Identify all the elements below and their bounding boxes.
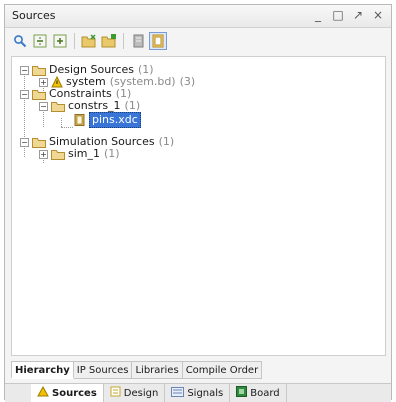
folder-icon — [32, 65, 46, 76]
sources-panel: Sources _ □ ↗ × − Design Sources (1) + s… — [4, 4, 392, 402]
collapse-toggle-icon[interactable]: − — [39, 101, 48, 111]
add-sources-icon[interactable] — [80, 32, 98, 50]
tab-label: Sources — [52, 387, 97, 399]
window-controls: _ □ ↗ × — [311, 7, 385, 23]
collapse-all-icon[interactable] — [31, 32, 49, 50]
minimize-icon[interactable]: _ — [311, 7, 325, 23]
toolbar-separator — [74, 33, 75, 49]
document-icon[interactable] — [129, 32, 147, 50]
tab-design[interactable]: Design — [104, 384, 166, 402]
tab-hierarchy[interactable]: Hierarchy — [11, 361, 74, 379]
folder-icon — [32, 137, 46, 148]
tree-item-constrs-1[interactable]: − constrs_1 (1) — [39, 99, 140, 113]
tree-item-label: constrs_1 — [68, 99, 121, 112]
properties-icon[interactable] — [149, 32, 167, 50]
tree-item-pins-xdc[interactable]: pins.xdc — [74, 112, 141, 128]
tree-item-count: (1) — [158, 135, 175, 148]
tab-compile-order[interactable]: Compile Order — [182, 361, 263, 379]
tab-label: Design — [123, 387, 159, 399]
collapse-toggle-icon[interactable]: − — [20, 137, 29, 147]
tree-connector — [61, 118, 62, 127]
xdc-file-icon — [74, 114, 86, 126]
tab-label: Board — [250, 387, 280, 399]
tab-sources[interactable]: Sources — [31, 384, 104, 402]
tree-item-count: (1) — [104, 147, 120, 160]
folder-icon — [51, 149, 65, 160]
design-icon — [110, 386, 121, 400]
collapse-toggle-icon[interactable]: − — [20, 89, 29, 99]
float-icon[interactable]: ↗ — [351, 7, 365, 23]
folder-icon — [32, 89, 46, 100]
title-bar: Sources _ □ ↗ × — [5, 5, 391, 28]
tree-item-label: pins.xdc — [89, 112, 141, 128]
board-icon — [236, 386, 248, 400]
tree-item-count: (1) — [124, 99, 141, 112]
sources-tree[interactable]: − Design Sources (1) + system (system.bd… — [11, 56, 386, 356]
tab-label: Signals — [187, 387, 224, 399]
tab-libraries[interactable]: Libraries — [132, 361, 183, 379]
expand-all-icon[interactable] — [51, 32, 69, 50]
search-icon[interactable] — [11, 32, 29, 50]
tree-item-count: (3) — [179, 75, 196, 88]
tree-item-label: sim_1 — [68, 147, 101, 160]
expand-toggle-icon[interactable]: + — [39, 77, 48, 87]
window-title: Sources — [12, 9, 56, 22]
folder-icon — [51, 101, 65, 112]
toolbar — [5, 28, 391, 54]
toolbar-separator — [123, 33, 124, 49]
tab-ip-sources[interactable]: IP Sources — [73, 361, 133, 379]
tree-item-sim-1[interactable]: + sim_1 (1) — [39, 147, 120, 161]
tab-board[interactable]: Board — [230, 384, 287, 402]
expand-toggle-icon[interactable]: + — [39, 149, 48, 159]
tab-signals[interactable]: Signals — [165, 384, 231, 402]
sources-view-tabs: Hierarchy IP Sources Libraries Compile O… — [11, 361, 263, 379]
close-icon[interactable]: × — [371, 7, 385, 23]
window-tabs: Sources Design Signals Board — [5, 383, 391, 402]
maximize-icon[interactable]: □ — [331, 7, 345, 23]
signals-icon — [171, 386, 185, 400]
sources-icon — [37, 385, 49, 400]
tree-connector — [61, 127, 73, 128]
add-folder-icon[interactable] — [100, 32, 118, 50]
collapse-toggle-icon[interactable]: − — [20, 65, 29, 75]
